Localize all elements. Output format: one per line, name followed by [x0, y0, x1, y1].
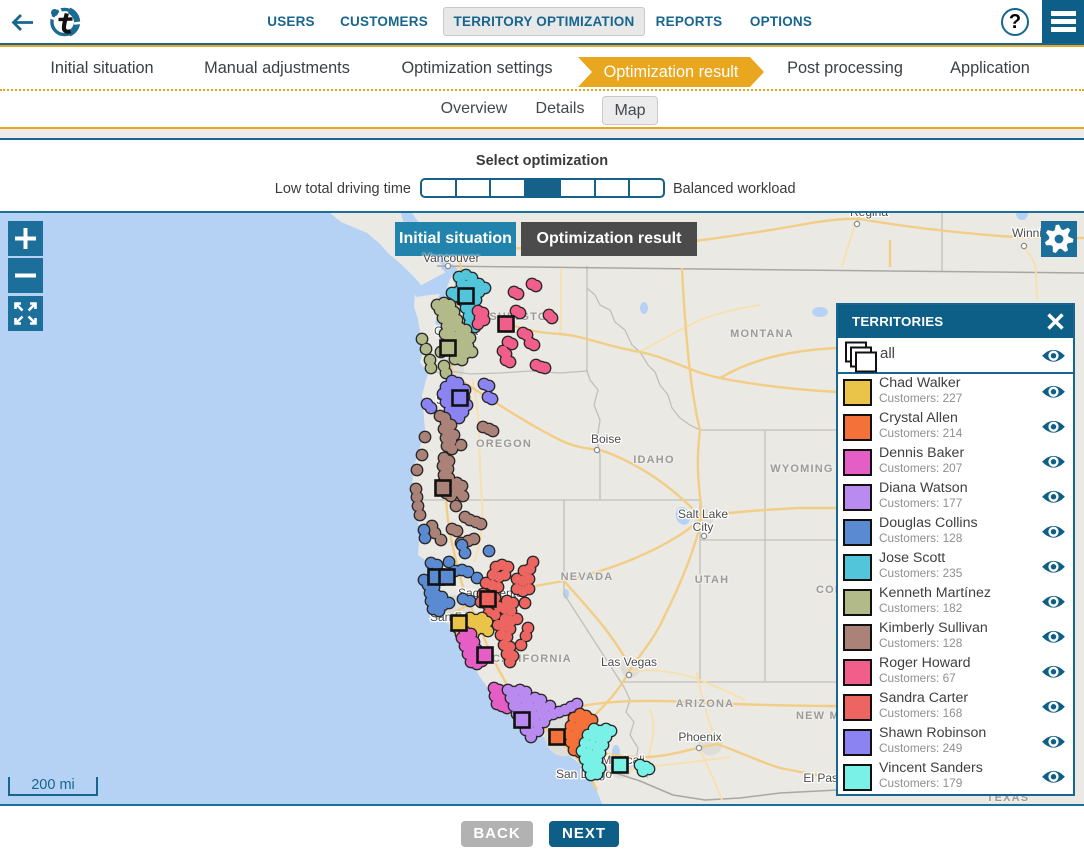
svg-text:Boise: Boise	[591, 432, 621, 446]
svg-text:Salt Lake: Salt Lake	[678, 507, 728, 521]
svg-text:Phoenix: Phoenix	[678, 730, 721, 744]
svg-text:OREGON: OREGON	[476, 438, 532, 450]
svg-text:NEVADA: NEVADA	[561, 571, 614, 583]
svg-text:IDAHO: IDAHO	[633, 454, 674, 466]
svg-text:ARIZONA: ARIZONA	[676, 698, 735, 710]
svg-text:MONTANA: MONTANA	[730, 328, 794, 340]
svg-text:WYOMING: WYOMING	[770, 463, 833, 475]
svg-text:Regina: Regina	[850, 213, 888, 219]
svg-text:City: City	[693, 520, 714, 534]
svg-text:UTAH: UTAH	[695, 574, 730, 586]
svg-text:Las Vegas: Las Vegas	[601, 655, 657, 669]
